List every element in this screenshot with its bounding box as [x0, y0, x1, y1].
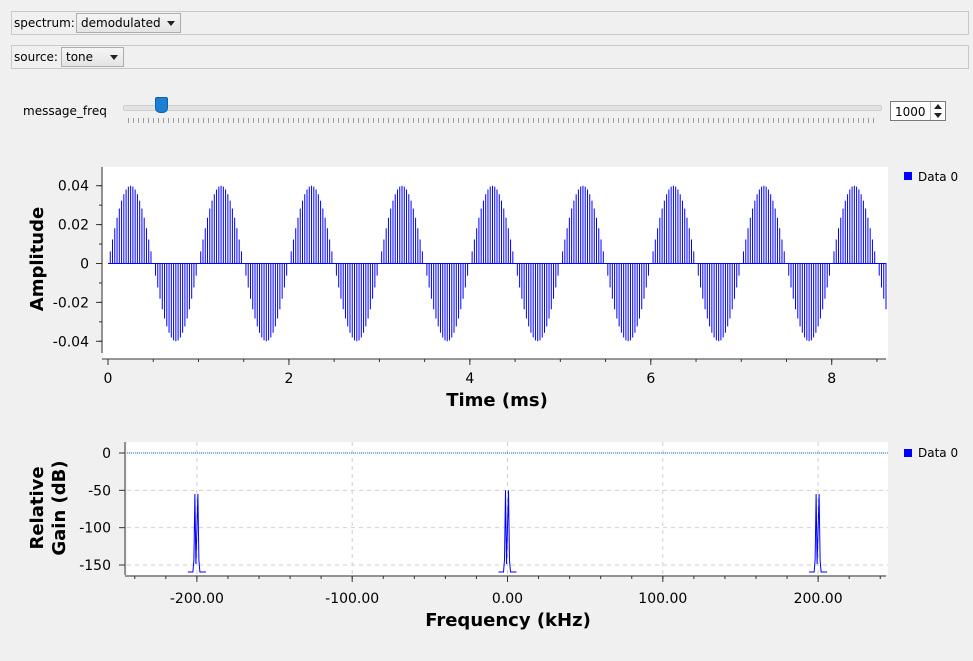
time-y-tick-label: -0.02 — [53, 295, 89, 311]
freq-x-tick-label: -100.00 — [325, 591, 379, 607]
freq-x-tick-label: -200.00 — [170, 591, 224, 607]
frequency-domain-plot: 0 -50 -100 -150 -200.00 -100.00 0.00 100.00 200… — [27, 442, 958, 631]
message-freq-label: message_freq — [23, 104, 107, 118]
freq-y-tick-label: -150 — [79, 558, 111, 574]
legend-marker — [904, 449, 912, 457]
time-y-tick-label: 0.02 — [58, 218, 89, 234]
message-freq-spinbox[interactable]: 1000 — [890, 101, 946, 121]
freq-y-tick-label: -100 — [79, 521, 111, 537]
message-freq-slider[interactable] — [123, 105, 882, 111]
time-x-tick-label: 8 — [827, 371, 836, 387]
spin-down-icon[interactable] — [934, 113, 942, 118]
message-freq-value: 1000 — [895, 105, 926, 119]
spin-buttons — [930, 102, 945, 120]
spin-up-icon[interactable] — [934, 104, 942, 109]
source-label: source: — [14, 50, 58, 64]
time-domain-plot: 0.04 0.02 0 -0.02 -0.04 0 2 4 6 8 Amplitude Time… — [27, 167, 958, 411]
source-select-value: tone — [66, 50, 94, 64]
time-y-tick-label: 0 — [80, 257, 89, 273]
source-select[interactable]: tone — [61, 47, 124, 67]
freq-x-tick-label: 0.00 — [492, 591, 523, 607]
time-x-tick-label: 2 — [284, 371, 293, 387]
time-legend-label: Data 0 — [918, 170, 958, 184]
chevron-down-icon — [167, 21, 175, 26]
message-freq-slider-handle[interactable] — [154, 97, 168, 113]
freq-y-axis-label-line1: Relative — [27, 466, 48, 549]
time-x-tick-label: 4 — [465, 371, 474, 387]
chevron-down-icon — [110, 55, 118, 60]
freq-y-tick-label: 0 — [102, 446, 111, 462]
spectrum-label: spectrum: — [14, 16, 75, 30]
spectrum-select[interactable]: demodulated — [76, 13, 181, 33]
legend-marker — [904, 172, 912, 180]
time-y-tick-label: -0.04 — [53, 334, 89, 350]
spectrum-select-value: demodulated — [81, 16, 161, 30]
freq-x-tick-label: 200.00 — [794, 591, 843, 607]
time-y-axis-label: Amplitude — [27, 207, 48, 311]
time-x-tick-label: 6 — [646, 371, 655, 387]
freq-x-tick-label: 100.00 — [638, 591, 687, 607]
freq-y-axis-label-line2: Gain (dB) — [49, 460, 70, 555]
slider-ticks — [128, 118, 878, 123]
freq-x-axis-label: Frequency (kHz) — [425, 610, 591, 631]
source-row: source: tone — [11, 45, 969, 69]
time-x-tick-label: 0 — [104, 371, 113, 387]
time-x-axis-label: Time (ms) — [446, 390, 548, 411]
freq-y-tick-label: -50 — [88, 483, 111, 499]
spectrum-row: spectrum: demodulated — [11, 11, 969, 35]
time-y-tick-label: 0.04 — [58, 179, 89, 195]
freq-legend-label: Data 0 — [918, 446, 958, 460]
